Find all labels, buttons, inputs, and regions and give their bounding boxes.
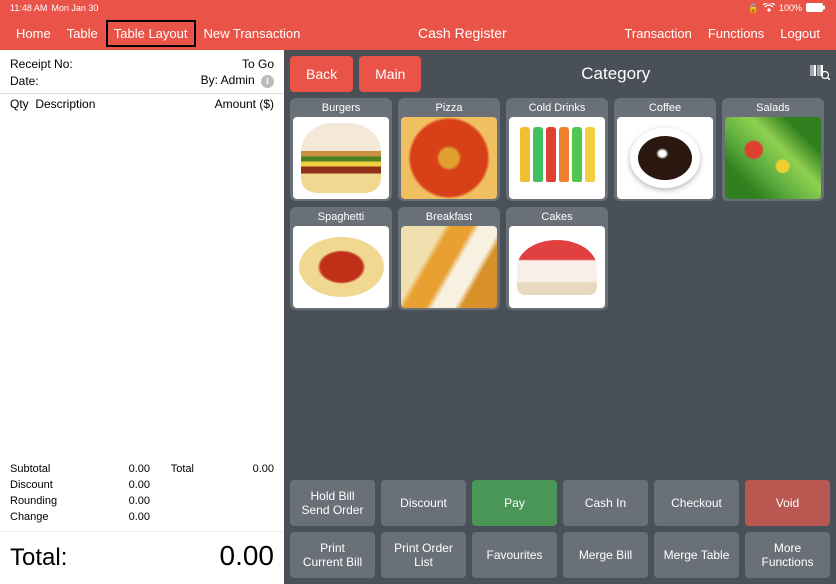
subtotal-value: 0.00 [100,463,150,475]
salad-image [725,117,821,199]
nav-transaction[interactable]: Transaction [616,20,699,47]
pizza-image [401,117,497,199]
main-button[interactable]: Main [359,56,421,92]
discount-button[interactable]: Discount [381,480,466,526]
burger-image [293,117,389,199]
nav-functions[interactable]: Functions [700,20,772,47]
discount-label: Discount [10,479,100,491]
info-icon[interactable]: i [261,75,274,88]
lock-icon: 🔒 [748,3,759,14]
spaghetti-image [293,226,389,308]
change-value: 0.00 [100,511,150,523]
drinks-image [509,117,605,199]
checkout-button[interactable]: Checkout [654,480,739,526]
rounding-label: Rounding [10,495,100,507]
nav-home[interactable]: Home [8,20,59,47]
receipt-by-value: By: Admin [201,73,255,87]
col-qty: Qty [10,97,29,111]
total-label: Total [150,463,234,475]
receipt-no-value: To Go [242,57,274,71]
receipt-no-label: Receipt No: [10,57,73,71]
change-label: Change [10,511,100,523]
print-current-bill-button[interactable]: PrintCurrent Bill [290,532,375,578]
status-time: 11:48 AM [10,3,47,13]
battery-icon [806,3,826,14]
battery-percent: 100% [779,3,802,13]
pay-button[interactable]: Pay [472,480,557,526]
void-button[interactable]: Void [745,480,830,526]
receipt-line-items [0,114,284,455]
hold-bill-button[interactable]: Hold BillSend Order [290,480,375,526]
col-amount: Amount ($) [215,97,274,111]
merge-table-button[interactable]: Merge Table [654,532,739,578]
status-bar: 11:48 AM Mon Jan 30 🔒 100% [0,0,836,16]
category-salads[interactable]: Salads [722,98,824,201]
subtotal-label: Subtotal [10,463,100,475]
breakfast-image [401,226,497,308]
category-breakfast[interactable]: Breakfast [398,207,500,310]
barcode-search-icon[interactable] [810,64,830,85]
receipt-date-label: Date: [10,74,39,88]
col-description: Description [35,97,95,111]
more-functions-button[interactable]: MoreFunctions [745,532,830,578]
back-button[interactable]: Back [290,56,353,92]
nav-table-layout[interactable]: Table Layout [106,20,196,47]
grand-total-value: 0.00 [220,540,275,572]
discount-value: 0.00 [100,479,150,491]
print-order-list-button[interactable]: Print OrderList [381,532,466,578]
wifi-icon [763,3,775,14]
category-title: Category [427,64,804,84]
category-cold-drinks[interactable]: Cold Drinks [506,98,608,201]
category-pizza[interactable]: Pizza [398,98,500,201]
status-date: Mon Jan 30 [51,3,98,13]
category-coffee[interactable]: Coffee [614,98,716,201]
category-cakes[interactable]: Cakes [506,207,608,310]
cash-in-button[interactable]: Cash In [563,480,648,526]
nav-title: Cash Register [308,25,616,41]
category-burgers[interactable]: Burgers [290,98,392,201]
nav-table[interactable]: Table [59,20,106,47]
favourites-button[interactable]: Favourites [472,532,557,578]
coffee-image [617,117,713,199]
cake-image [509,226,605,308]
nav-logout[interactable]: Logout [772,20,828,47]
top-nav: Home Table Table Layout New Transaction … [0,16,836,50]
merge-bill-button[interactable]: Merge Bill [563,532,648,578]
rounding-value: 0.00 [100,495,150,507]
total-value: 0.00 [234,463,274,475]
category-spaghetti[interactable]: Spaghetti [290,207,392,310]
receipt-panel: Receipt No: To Go Date: By: Admin i Qty … [0,50,284,584]
nav-new-transaction[interactable]: New Transaction [196,20,309,47]
grand-total-label: Total: [10,544,67,572]
